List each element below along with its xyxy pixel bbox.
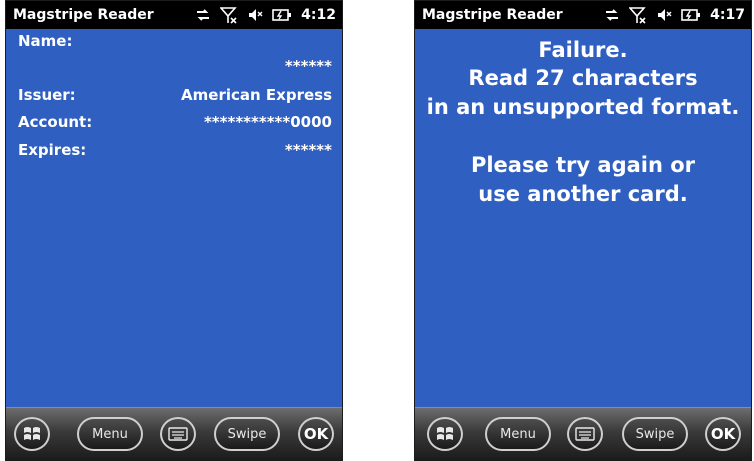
speaker-muted-icon[interactable]	[656, 7, 672, 23]
no-signal-icon[interactable]	[629, 6, 647, 24]
name-label: Name:	[18, 32, 73, 50]
menu-button[interactable]: Menu	[77, 417, 143, 451]
windows-start-icon	[24, 427, 40, 440]
swipe-button[interactable]: Swipe	[622, 417, 688, 451]
message-line: Read 27 characters	[468, 66, 698, 90]
battery-charging-icon[interactable]	[681, 8, 701, 22]
message-line: use another card.	[478, 182, 688, 206]
sync-arrows-icon[interactable]	[604, 7, 620, 23]
clock[interactable]: 4:17	[710, 1, 745, 29]
ok-button[interactable]: OK	[705, 417, 741, 451]
phone-screen-right: Magstripe Reader 4:17 Failure. Read 27 c…	[414, 0, 752, 461]
ok-button[interactable]: OK	[298, 417, 334, 451]
battery-charging-icon[interactable]	[272, 8, 292, 22]
issuer-value: American Express	[181, 86, 332, 104]
app-title: Magstripe Reader	[13, 7, 154, 23]
taskbar: Menu Swipe OK	[415, 407, 751, 460]
start-button[interactable]	[427, 417, 463, 451]
swipe-button[interactable]: Swipe	[214, 417, 280, 451]
sync-arrows-icon[interactable]	[195, 7, 211, 23]
app-title: Magstripe Reader	[422, 7, 563, 23]
message-line: in an unsupported format.	[426, 95, 740, 119]
no-signal-icon[interactable]	[220, 6, 238, 24]
keyboard-button[interactable]	[160, 417, 196, 451]
menu-button[interactable]: Menu	[485, 417, 551, 451]
expires-label: Expires:	[18, 141, 87, 159]
keyboard-icon	[575, 427, 595, 441]
message-line: Please try again or	[470, 153, 696, 177]
status-bar: Magstripe Reader 4:17	[415, 1, 751, 29]
start-button[interactable]	[14, 417, 50, 451]
status-bar: Magstripe Reader 4:12	[6, 1, 342, 29]
keyboard-button[interactable]	[567, 417, 603, 451]
issuer-label: Issuer:	[18, 86, 76, 104]
taskbar: Menu Swipe OK	[6, 407, 342, 460]
speaker-muted-icon[interactable]	[247, 7, 263, 23]
keyboard-icon	[168, 427, 188, 441]
windows-start-icon	[437, 427, 453, 440]
message-line: Failure.	[538, 38, 628, 62]
clock[interactable]: 4:12	[301, 1, 336, 29]
account-label: Account:	[18, 113, 93, 131]
account-value: ***********0000	[203, 113, 332, 131]
expires-value: ******	[284, 141, 332, 159]
name-value: ******	[284, 57, 332, 75]
phone-screen-left: Magstripe Reader 4:12 Name: ****** Issue…	[5, 0, 343, 461]
